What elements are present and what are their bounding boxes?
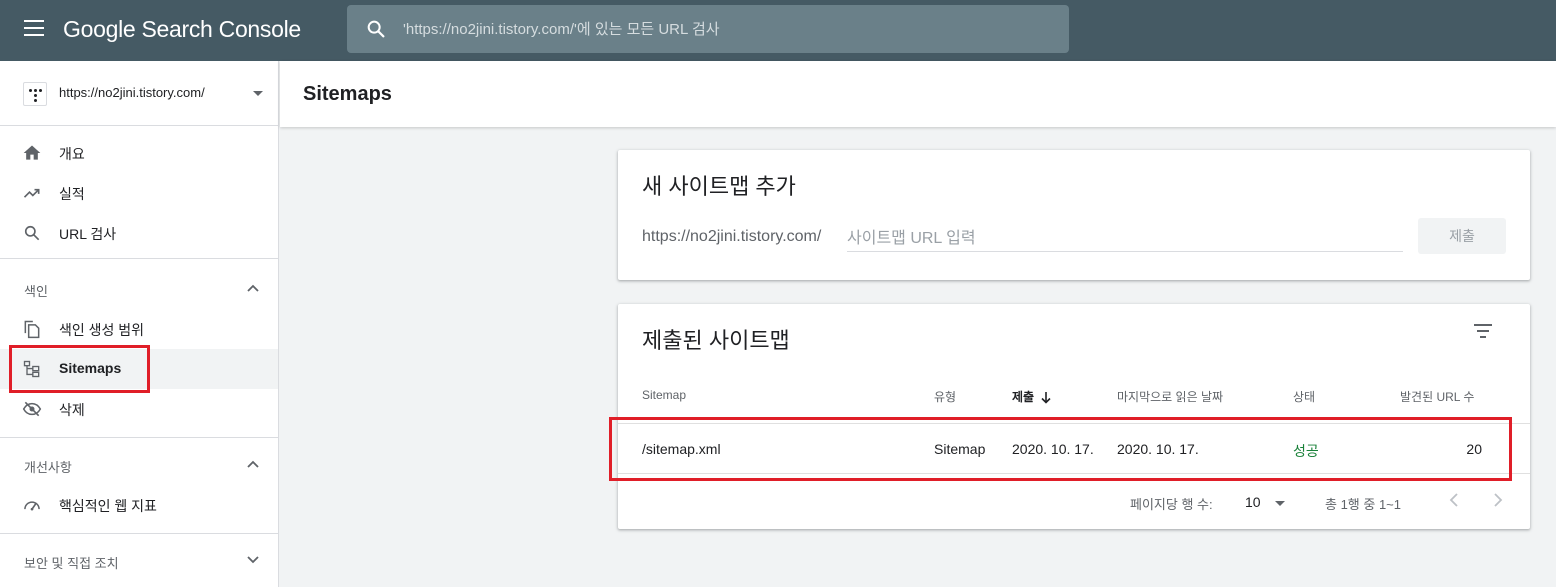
sidebar-item-coverage[interactable]: 색인 생성 범위: [0, 309, 278, 349]
top-app-bar: Google Search Console: [0, 0, 1556, 61]
table-row[interactable]: /sitemap.xml Sitemap 2020. 10. 17. 2020.…: [618, 424, 1530, 474]
sidebar-divider: [0, 437, 278, 438]
column-header-status[interactable]: 상태: [1293, 388, 1315, 405]
chevron-right-icon[interactable]: [1490, 490, 1506, 510]
section-label: 색인: [24, 284, 48, 299]
pagination-range: 총 1행 중 1~1: [1325, 497, 1401, 512]
arrow-down-icon: [1041, 392, 1051, 404]
column-header-type[interactable]: 유형: [934, 388, 956, 405]
dropdown-caret-icon: [253, 91, 263, 96]
column-header-last-read[interactable]: 마지막으로 읽은 날짜: [1117, 388, 1223, 405]
sidebar-item-overview[interactable]: 개요: [0, 133, 278, 173]
chevron-up-icon: [247, 284, 259, 292]
trending-up-icon: [23, 188, 40, 198]
rows-per-page-select[interactable]: 10: [1245, 490, 1305, 514]
column-header-submitted[interactable]: 제출: [1012, 388, 1052, 405]
home-icon: [23, 145, 41, 160]
column-header-label: 제출: [1012, 390, 1035, 404]
logo-product-text: Search Console: [135, 16, 301, 42]
sitemap-icon: [23, 360, 40, 378]
sitemap-url-prefix: https://no2jini.tistory.com/: [642, 228, 822, 245]
rows-per-page-value: 10: [1245, 494, 1261, 510]
sidebar-item-sitemaps[interactable]: Sitemaps: [0, 349, 278, 389]
sitemap-url-input[interactable]: [847, 226, 1403, 252]
property-favicon-icon: [23, 82, 47, 106]
sidebar-item-url-inspection[interactable]: URL 검사: [0, 213, 278, 253]
dropdown-caret-icon: [1275, 501, 1285, 506]
section-label: 개선사항: [24, 460, 72, 475]
cell-sitemap: /sitemap.xml: [642, 441, 721, 457]
section-header-enhancements[interactable]: 개선사항: [0, 445, 278, 485]
sidebar-item-label: 삭제: [59, 402, 85, 418]
sidebar-item-label: 핵심적인 웹 지표: [59, 498, 157, 514]
chevron-down-icon: [247, 556, 259, 564]
chevron-up-icon: [247, 460, 259, 468]
sidebar-item-label: 색인 생성 범위: [59, 322, 145, 338]
page-title: Sitemaps: [303, 83, 392, 105]
logo-google-text: Google: [63, 16, 136, 42]
section-header-security[interactable]: 보안 및 직접 조치: [0, 541, 278, 581]
column-header-sitemap[interactable]: Sitemap: [642, 388, 686, 402]
search-icon: [367, 20, 385, 38]
sidebar-item-removals[interactable]: 삭제: [0, 389, 278, 429]
page-header: Sitemaps: [280, 61, 1556, 127]
speed-gauge-icon: [24, 501, 40, 511]
url-inspection-search[interactable]: [347, 5, 1069, 53]
sidebar-item-label: 실적: [59, 186, 85, 202]
cell-last-read: 2020. 10. 17.: [1117, 441, 1199, 457]
cell-status: 성공: [1293, 443, 1319, 459]
column-header-discovered-urls[interactable]: 발견된 URL 수: [1400, 388, 1474, 405]
cell-type: Sitemap: [934, 441, 986, 457]
sidebar-divider: [0, 533, 278, 534]
card-title: 제출된 사이트맵: [642, 328, 790, 353]
sidebar-item-core-web-vitals[interactable]: 핵심적인 웹 지표: [0, 485, 278, 525]
visibility-off-icon: [22, 401, 42, 417]
chevron-left-icon[interactable]: [1446, 490, 1462, 510]
property-selector[interactable]: https://no2jini.tistory.com/: [0, 61, 278, 126]
card-title: 새 사이트맵 추가: [642, 174, 796, 199]
submit-button[interactable]: 제출: [1418, 218, 1506, 254]
copy-pages-icon: [24, 320, 40, 339]
sidebar: https://no2jini.tistory.com/ 개요 실적 URL 검…: [0, 61, 279, 587]
cell-submitted: 2020. 10. 17.: [1012, 441, 1094, 457]
submitted-sitemaps-card: 제출된 사이트맵 Sitemap 유형 제출 마지막으로 읽은 날짜 상태 발견…: [618, 304, 1530, 529]
app-logo[interactable]: Google Search Console: [63, 16, 301, 43]
hamburger-menu-icon[interactable]: [24, 20, 46, 38]
section-header-index[interactable]: 색인: [0, 269, 278, 309]
sidebar-item-label: Sitemaps: [59, 360, 122, 376]
filter-list-icon[interactable]: [1472, 324, 1494, 342]
sidebar-item-performance[interactable]: 실적: [0, 173, 278, 213]
section-label: 보안 및 직접 조치: [24, 556, 119, 571]
add-sitemap-card: 새 사이트맵 추가 https://no2jini.tistory.com/ 제…: [618, 150, 1530, 280]
sidebar-item-label: 개요: [59, 146, 85, 162]
sidebar-divider: [0, 258, 278, 259]
search-input[interactable]: [403, 13, 1043, 45]
search-icon: [24, 225, 40, 241]
cell-discovered-urls: 20: [1466, 441, 1482, 457]
rows-per-page-label: 페이지당 행 수:: [1130, 497, 1213, 512]
table-divider: [618, 473, 1530, 474]
sidebar-item-label: URL 검사: [59, 226, 117, 242]
property-url: https://no2jini.tistory.com/: [59, 85, 205, 100]
